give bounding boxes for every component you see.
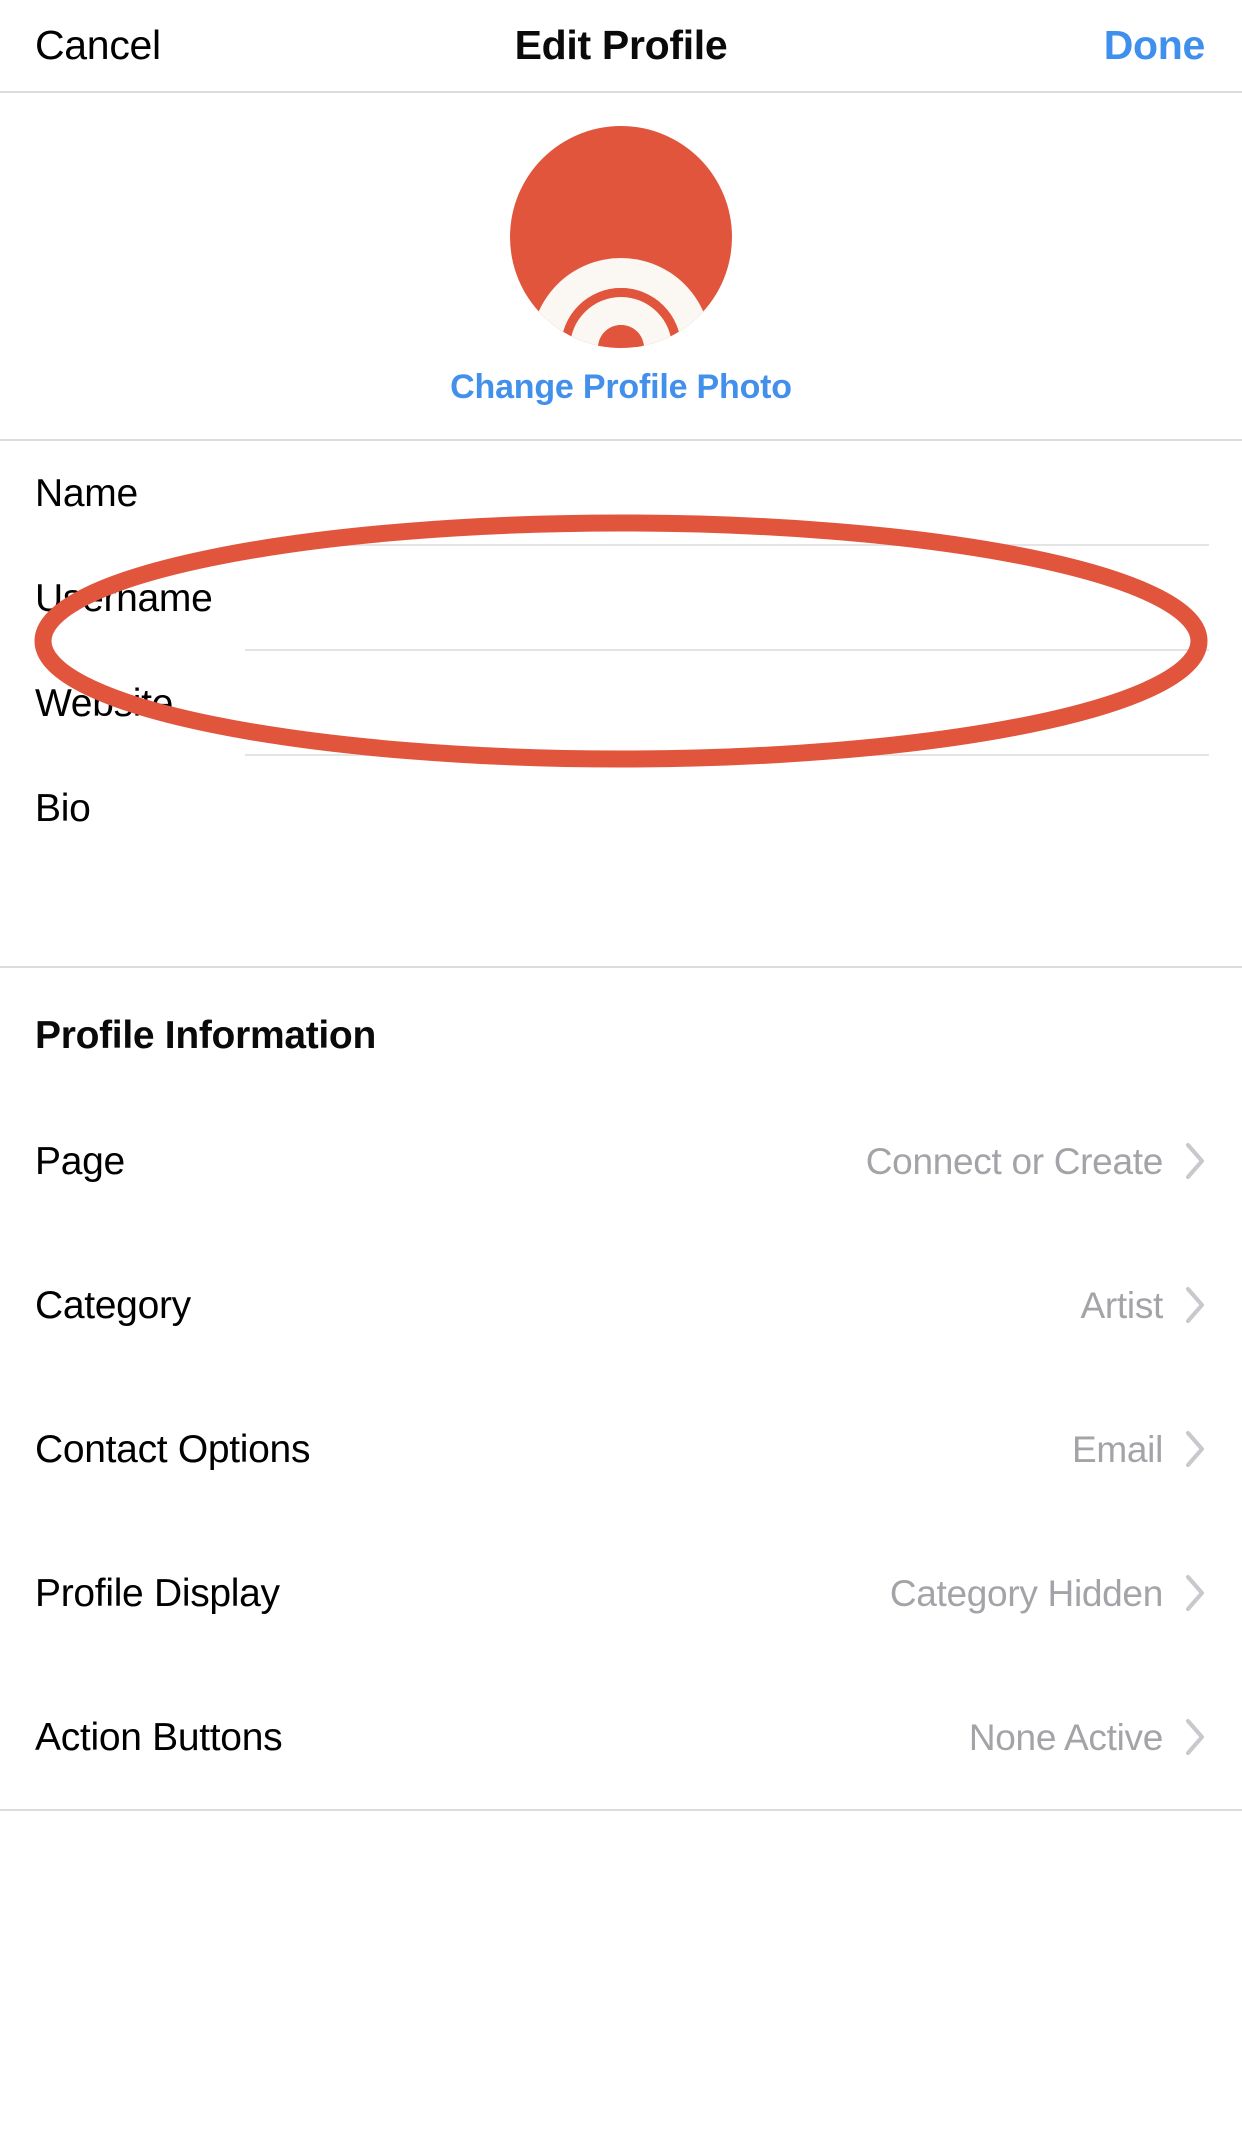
field-row-name[interactable]: Name <box>0 441 1242 546</box>
website-label: Website <box>35 682 174 725</box>
chevron-right-icon[interactable] <box>1185 1429 1207 1469</box>
list-item-value: None Active <box>968 1716 1163 1758</box>
username-label: Username <box>35 577 213 620</box>
website-input[interactable] <box>245 681 1209 726</box>
chevron-right-icon[interactable] <box>1185 1717 1207 1757</box>
list-item-value: Email <box>1071 1428 1163 1470</box>
avatar[interactable] <box>510 126 732 348</box>
bio-label: Bio <box>35 787 91 830</box>
username-input-wrap[interactable] <box>245 546 1209 651</box>
list-item-value: Artist <box>1080 1284 1164 1326</box>
list-item-contact-options[interactable]: Contact Options Email <box>0 1377 1242 1521</box>
field-row-website[interactable]: Website <box>0 651 1242 756</box>
page-title: Edit Profile <box>514 22 728 68</box>
name-label: Name <box>35 472 138 515</box>
bio-input-wrap[interactable] <box>245 756 1209 861</box>
website-input-wrap[interactable] <box>245 651 1209 756</box>
field-row-bio[interactable]: Bio <box>0 756 1242 861</box>
list-item-label: Profile Display <box>35 1571 280 1615</box>
profile-photo-section: Change Profile Photo <box>0 93 1242 441</box>
field-row-username[interactable]: Username <box>0 546 1242 651</box>
list-item-profile-display[interactable]: Profile Display Category Hidden <box>0 1521 1242 1665</box>
list-item-label: Action Buttons <box>35 1715 283 1759</box>
list-item-label: Category <box>35 1283 191 1327</box>
profile-information-list: Page Connect or Create Category Artist C… <box>0 1089 1242 1811</box>
profile-fields-section: Name Username Website Bio <box>0 441 1242 968</box>
chevron-right-icon[interactable] <box>1185 1141 1207 1181</box>
list-item-value: Category Hidden <box>889 1572 1163 1614</box>
cancel-button[interactable]: Cancel <box>35 25 161 66</box>
profile-information-section: Profile Information Page Connect or Crea… <box>0 968 1242 1811</box>
chevron-right-icon[interactable] <box>1185 1285 1207 1325</box>
change-profile-photo-button[interactable]: Change Profile Photo <box>450 370 792 404</box>
done-button[interactable]: Done <box>1104 25 1206 66</box>
list-item-page[interactable]: Page Connect or Create <box>0 1089 1242 1233</box>
list-item-category[interactable]: Category Artist <box>0 1233 1242 1377</box>
list-item-action-buttons[interactable]: Action Buttons None Active <box>0 1665 1242 1809</box>
navigation-bar: Cancel Edit Profile Done <box>0 0 1242 93</box>
rainbow-arcs-logo-icon <box>526 248 716 348</box>
chevron-right-icon[interactable] <box>1185 1573 1207 1613</box>
edit-profile-screen: Cancel Edit Profile Done Change Profile … <box>0 0 1242 2144</box>
username-input[interactable] <box>245 576 1209 621</box>
name-input[interactable] <box>245 471 1209 516</box>
list-item-label: Page <box>35 1139 125 1183</box>
name-input-wrap[interactable] <box>245 441 1209 546</box>
section-title-profile-information: Profile Information <box>35 1014 376 1057</box>
list-item-label: Contact Options <box>35 1427 311 1471</box>
list-item-value: Connect or Create <box>865 1140 1164 1182</box>
bio-input[interactable] <box>245 786 1209 831</box>
